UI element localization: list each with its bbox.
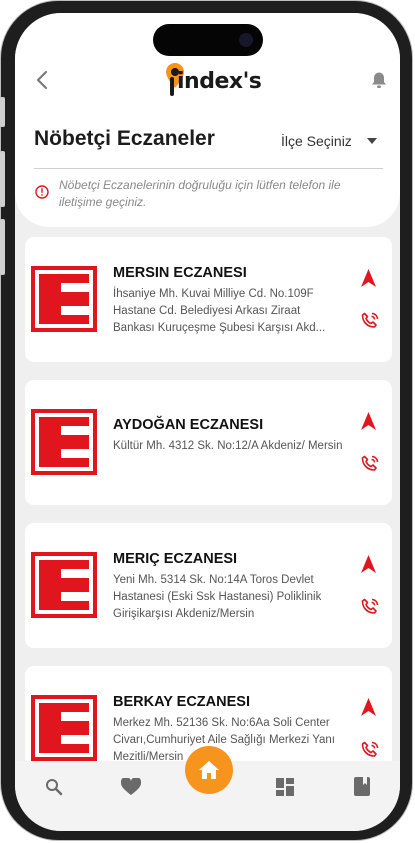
dashboard-icon[interactable] [276, 778, 294, 796]
pharmacy-name: BERKAY ECZANESI [113, 694, 250, 710]
heart-icon[interactable] [121, 778, 141, 796]
navigation-arrow-icon[interactable] [361, 555, 376, 574]
navigation-arrow-icon[interactable] [361, 412, 376, 431]
pharmacy-e-logo [31, 266, 97, 332]
phone-frame: index's Nöbetçi Eczaneler İlçe Seçiniz N… [0, 0, 413, 841]
pharmacy-name: AYDOĞAN ECZANESI [113, 417, 264, 433]
caret-down-icon[interactable] [367, 138, 377, 144]
district-select[interactable]: İlçe Seçiniz [281, 133, 352, 149]
bell-icon[interactable] [371, 71, 387, 89]
search-icon[interactable] [45, 778, 63, 796]
book-icon[interactable] [354, 777, 370, 796]
pharmacy-e-logo [31, 409, 97, 475]
pharmacy-e-logo [31, 695, 97, 761]
pharmacy-address: İhsaniye Mh. Kuvai Milliye Cd. No.109F H… [113, 288, 326, 334]
front-camera [239, 33, 253, 47]
page-title: Nöbetçi Eczaneler [34, 127, 215, 150]
header-divider [34, 168, 383, 169]
volume-down-button [0, 219, 5, 275]
dynamic-island [153, 24, 263, 56]
navigation-arrow-icon[interactable] [361, 698, 376, 717]
info-message: Nöbetçi Eczanelerinin doğruluğu için lüt… [59, 178, 341, 209]
pharmacy-address: Yeni Mh. 5314 Sk. No:14A Toros Devlet Ha… [113, 574, 322, 620]
pharmacy-card[interactable]: MERSIN ECZANESI İhsaniye Mh. Kuvai Milli… [25, 237, 392, 362]
pharmacy-card[interactable]: MERIÇ ECZANESI Yeni Mh. 5314 Sk. No:14A … [25, 523, 392, 648]
home-icon [199, 761, 219, 779]
pharmacy-e-logo [31, 552, 97, 618]
silent-switch [0, 97, 5, 127]
phone-call-icon[interactable] [360, 454, 380, 474]
phone-call-icon[interactable] [360, 740, 380, 760]
info-circle-icon [35, 185, 49, 199]
pharmacy-address: Kültür Mh. 4312 Sk. No:12/A Akdeniz/ Mer… [113, 440, 343, 452]
home-button[interactable] [185, 746, 233, 794]
phone-call-icon[interactable] [360, 311, 380, 331]
pharmacy-card[interactable]: AYDOĞAN ECZANESI Kültür Mh. 4312 Sk. No:… [25, 380, 392, 505]
app-screen: index's Nöbetçi Eczaneler İlçe Seçiniz N… [15, 13, 400, 831]
brand-name: index's [177, 69, 262, 94]
pharmacy-name: MERIÇ ECZANESI [113, 551, 238, 567]
chevron-left-icon[interactable] [33, 69, 51, 91]
volume-up-button [0, 151, 5, 207]
navigation-arrow-icon[interactable] [361, 269, 376, 288]
pharmacy-name: MERSIN ECZANESI [113, 265, 247, 281]
phone-call-icon[interactable] [360, 597, 380, 617]
